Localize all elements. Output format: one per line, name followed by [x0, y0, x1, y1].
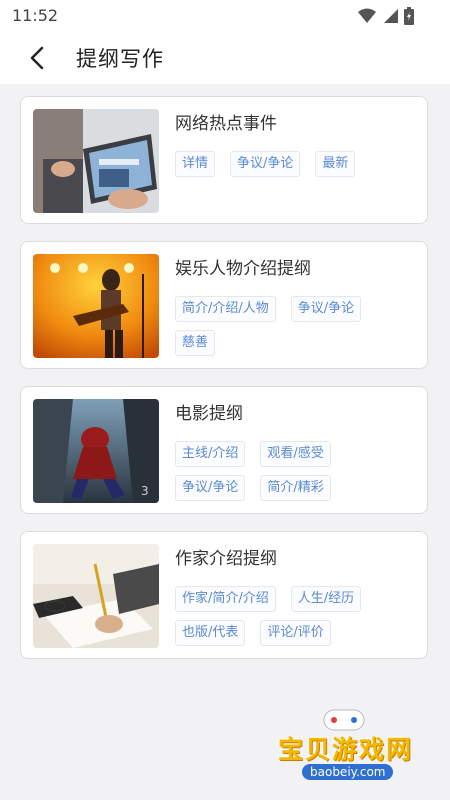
tag-chip[interactable]: 最新: [315, 151, 356, 177]
outline-card-hot-events[interactable]: 网络热点事件 详情 争议/争论 最新: [20, 96, 428, 224]
tag-chip[interactable]: 争议/争论: [175, 475, 246, 501]
thumbnail-tablet-image: [33, 109, 159, 213]
status-time: 11:52: [12, 6, 59, 25]
page-title: 提纲写作: [76, 47, 164, 71]
tag-list: 简介/介绍/人物 争议/争论慈善: [175, 296, 415, 364]
back-arrow-icon[interactable]: [24, 44, 52, 72]
watermark-logo: 宝贝游戏网 baobeiy.com: [270, 709, 430, 792]
watermark-url: baobeiy.com: [302, 764, 394, 780]
watermark-text: 宝贝游戏网: [278, 735, 414, 764]
tag-list: 作家/简介/介绍 人生/经历也版/代表 评论/评价: [175, 586, 415, 654]
card-title: 作家介绍提纲: [175, 549, 277, 569]
tag-chip[interactable]: 主线/介绍: [175, 441, 246, 467]
tag-chip[interactable]: 人生/经历: [290, 586, 362, 612]
tag-chip[interactable]: 简介/介绍/人物: [175, 296, 276, 322]
outline-list: 网络热点事件 详情 争议/争论 最新 娱乐人物介绍提纲 简介/介绍/人物 争议/…: [0, 84, 450, 659]
tag-chip[interactable]: 观看/感受: [260, 441, 331, 467]
signal-icon: [384, 9, 398, 23]
tag-chip[interactable]: 争议/争论: [230, 151, 301, 177]
status-icons: [358, 7, 414, 25]
tag-list: 详情 争议/争论 最新: [175, 151, 415, 185]
thumbnail-spiderman-image: 3: [33, 399, 159, 503]
tag-chip[interactable]: 详情: [175, 151, 216, 177]
thumbnail-guitarist-image: [33, 254, 159, 358]
thumbnail-writing-image: [33, 544, 159, 648]
battery-icon: [404, 7, 414, 25]
tag-chip[interactable]: 评论/评价: [260, 620, 331, 646]
svg-text:3: 3: [141, 484, 149, 498]
gamepad-icon: [323, 709, 365, 731]
tag-list: 主线/介绍 观看/感受争议/争论 简介/精彩: [175, 441, 415, 509]
app-bar: 提纲写作: [0, 32, 450, 84]
tag-chip[interactable]: 争议/争论: [290, 296, 362, 322]
tag-chip[interactable]: 慈善: [175, 330, 216, 356]
wifi-icon: [358, 8, 376, 23]
tag-chip[interactable]: 也版/代表: [175, 620, 246, 646]
outline-card-writer[interactable]: 作家介绍提纲 作家/简介/介绍 人生/经历也版/代表 评论/评价: [20, 531, 428, 659]
tag-chip[interactable]: 作家/简介/介绍: [175, 586, 276, 612]
card-title: 娱乐人物介绍提纲: [175, 259, 311, 279]
card-title: 电影提纲: [175, 404, 243, 424]
status-bar: 11:52: [0, 0, 450, 32]
card-title: 网络热点事件: [175, 114, 277, 134]
tag-chip[interactable]: 简介/精彩: [260, 475, 331, 501]
outline-card-movie[interactable]: 3 电影提纲 主线/介绍 观看/感受争议/争论 简介/精彩: [20, 386, 428, 514]
outline-card-celebrity[interactable]: 娱乐人物介绍提纲 简介/介绍/人物 争议/争论慈善: [20, 241, 428, 369]
